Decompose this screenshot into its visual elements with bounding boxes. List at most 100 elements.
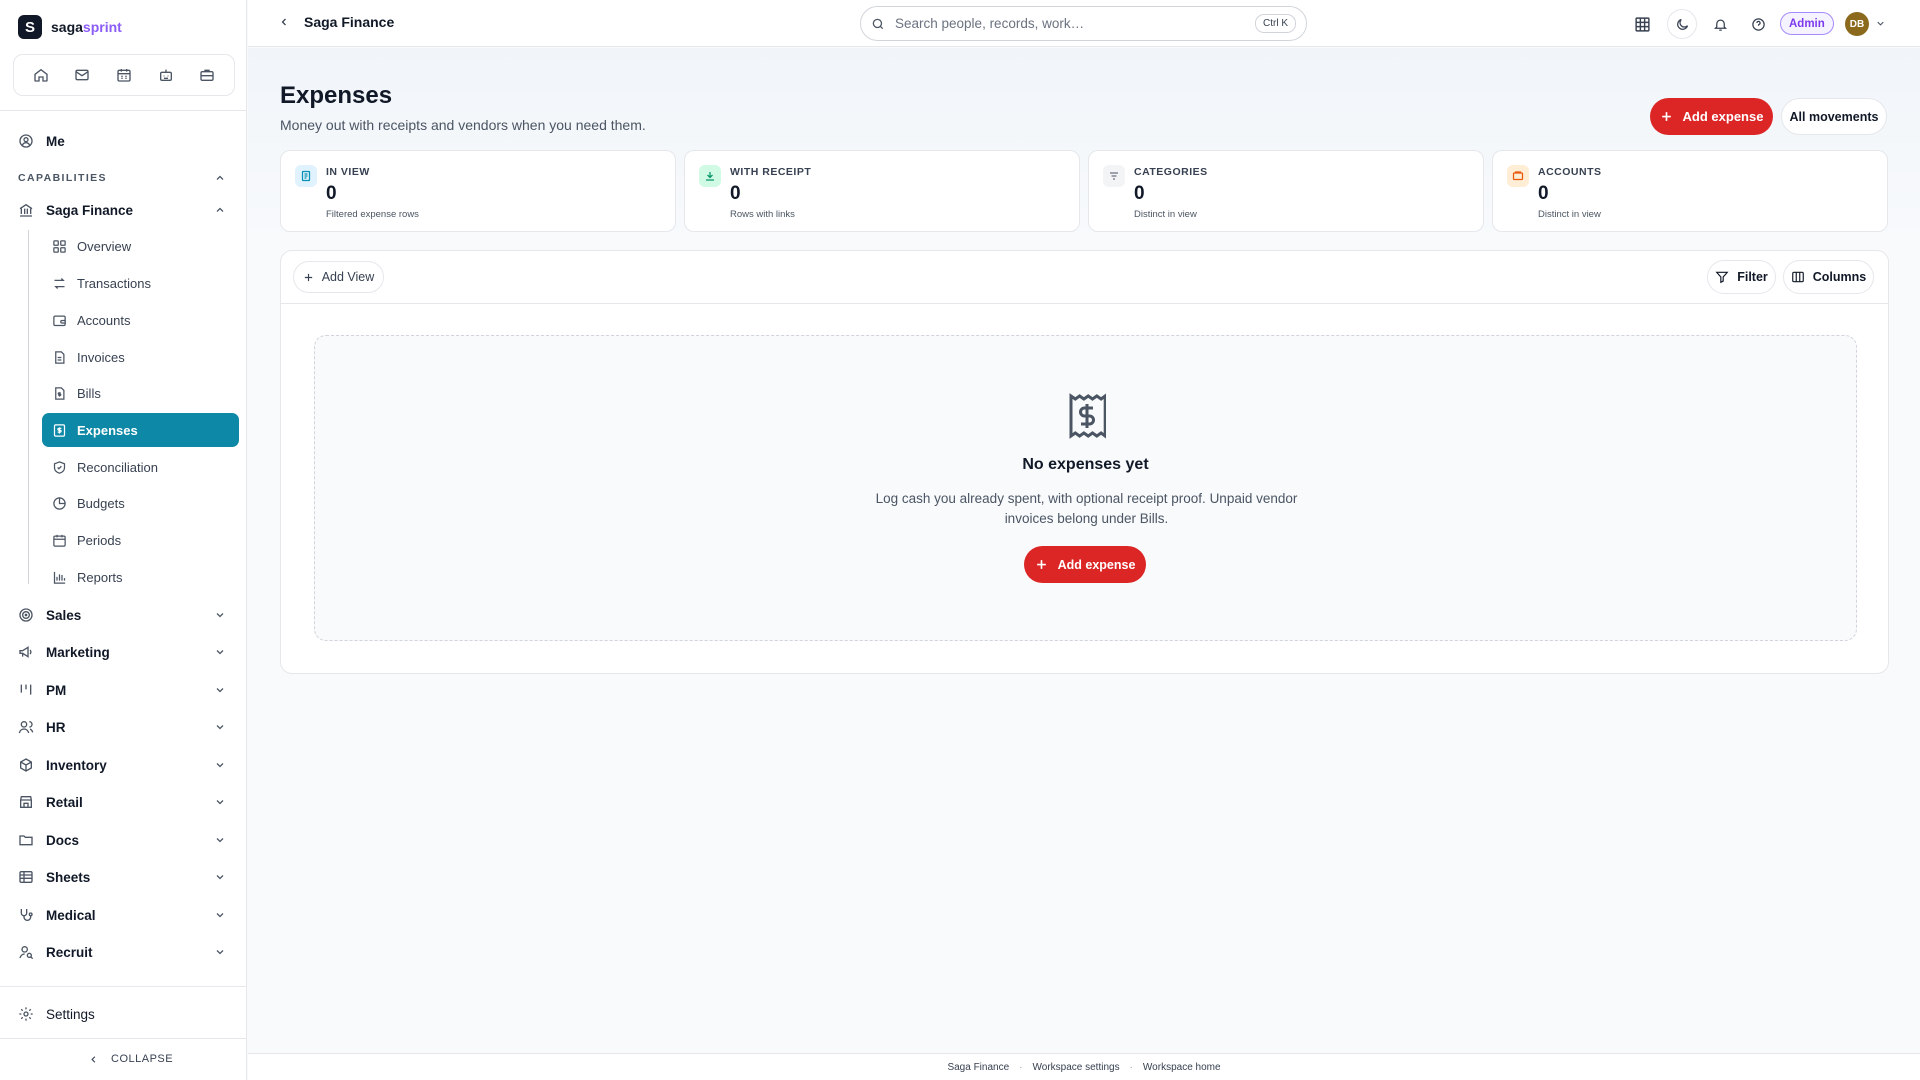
stat-hint: Filtered expense rows [326, 209, 419, 220]
gear-icon [18, 1006, 34, 1022]
search-icon [871, 17, 885, 31]
sidebar-item-label: Budgets [77, 495, 125, 511]
receipt-icon [52, 423, 67, 438]
nav-retail[interactable]: Retail [18, 794, 83, 810]
stat-value: 0 [730, 183, 741, 204]
wallet-icon [52, 313, 67, 328]
chevron-up-icon[interactable] [214, 172, 226, 184]
calendar-icon[interactable] [111, 62, 137, 88]
file-icon [52, 350, 67, 365]
sidebar-item-reconciliation[interactable]: Reconciliation [42, 450, 239, 484]
breadcrumb: Saga Finance [278, 14, 394, 30]
grid-icon [52, 239, 67, 254]
nav-saga-finance[interactable]: Saga Finance [18, 202, 133, 218]
shield-check-icon [52, 460, 67, 475]
chevron-down-icon[interactable] [214, 834, 226, 846]
chevron-down-icon[interactable] [214, 684, 226, 696]
sidebar-item-expenses[interactable]: Expenses [42, 413, 239, 447]
apps-grid-icon[interactable] [1627, 9, 1657, 39]
nav-docs[interactable]: Docs [18, 832, 79, 848]
avatar[interactable]: DB [1845, 12, 1869, 36]
stat-hint: Distinct in view [1134, 209, 1197, 220]
sidebar-item-bills[interactable]: Bills [42, 376, 239, 410]
stat-label: IN VIEW [326, 166, 370, 178]
nav-sales[interactable]: Sales [18, 607, 81, 623]
footer-link-workspace-home[interactable]: Workspace home [1143, 1062, 1221, 1073]
footer-link-workspace-settings[interactable]: Workspace settings [1033, 1062, 1120, 1073]
sidebar-item-reports[interactable]: Reports [42, 560, 239, 594]
chevron-down-icon[interactable] [214, 871, 226, 883]
nav-hr[interactable]: HR [18, 719, 66, 735]
nav-marketing[interactable]: Marketing [18, 644, 110, 660]
mail-icon[interactable] [69, 62, 95, 88]
search-input[interactable] [895, 16, 1245, 31]
empty-add-expense-button[interactable]: Add expense [1024, 546, 1146, 583]
nav-recruit[interactable]: Recruit [18, 944, 93, 960]
add-view-button[interactable]: Add View [293, 261, 384, 293]
sidebar-item-overview[interactable]: Overview [42, 229, 239, 263]
role-badge[interactable]: Admin [1780, 12, 1834, 35]
add-expense-button[interactable]: Add expense [1650, 98, 1773, 135]
stethoscope-icon [18, 907, 34, 923]
plus-icon [1035, 558, 1048, 571]
brand-logo: S [18, 15, 42, 39]
chevron-down-icon[interactable] [214, 759, 226, 771]
calendar-icon [52, 533, 67, 548]
chevron-down-icon[interactable] [214, 796, 226, 808]
chevron-down-icon[interactable] [214, 646, 226, 658]
help-icon[interactable] [1743, 9, 1773, 39]
box-icon [18, 757, 34, 773]
sidebar-item-budgets[interactable]: Budgets [42, 486, 239, 520]
user-search-icon [18, 944, 34, 960]
chevron-up-icon[interactable] [214, 204, 226, 216]
nav-group-label: Medical [46, 907, 96, 923]
breadcrumb-title: Saga Finance [304, 14, 395, 30]
search-shortcut-hint: Ctrl K [1255, 14, 1296, 33]
collapse-label: COLLAPSE [111, 1053, 174, 1065]
nav-group-label: Marketing [46, 644, 110, 660]
footer-link-saga-finance[interactable]: Saga Finance [947, 1062, 1009, 1073]
stat-label: CATEGORIES [1134, 166, 1208, 178]
bot-icon[interactable] [153, 62, 179, 88]
brand[interactable]: S sagasprint [18, 15, 122, 39]
nav-medical[interactable]: Medical [18, 907, 96, 923]
nav-settings[interactable]: Settings [18, 1006, 95, 1022]
sidebar-item-label: Transactions [77, 275, 151, 291]
brand-name-part2: sprint [82, 19, 122, 35]
target-icon [18, 607, 34, 623]
receipt-icon [295, 165, 317, 187]
divider [0, 110, 247, 111]
nav-inventory[interactable]: Inventory [18, 757, 107, 773]
back-chevron-icon[interactable] [278, 16, 290, 28]
sidebar-item-periods[interactable]: Periods [42, 523, 239, 557]
all-movements-button[interactable]: All movements [1781, 98, 1887, 135]
capabilities-section-label: CAPABILITIES [18, 172, 107, 184]
global-search[interactable]: Ctrl K [860, 6, 1307, 41]
briefcase-icon[interactable] [194, 62, 220, 88]
nav-pm[interactable]: PM [18, 682, 66, 698]
page-subtitle: Money out with receipts and vendors when… [280, 117, 646, 133]
collapse-button[interactable]: COLLAPSE [88, 1053, 173, 1065]
home-icon[interactable] [28, 62, 54, 88]
nav-sheets[interactable]: Sheets [18, 869, 90, 885]
sidebar-item-accounts[interactable]: Accounts [42, 303, 239, 337]
nav-me[interactable]: Me [18, 133, 65, 149]
chevron-down-icon[interactable] [214, 946, 226, 958]
chevron-down-icon[interactable] [214, 909, 226, 921]
columns-button[interactable]: Columns [1783, 260, 1874, 294]
tree-line [28, 230, 29, 584]
chevron-down-icon[interactable] [1875, 18, 1886, 29]
sidebar-item-transactions[interactable]: Transactions [42, 266, 239, 300]
nav-settings-label: Settings [46, 1006, 95, 1022]
divider [281, 303, 1888, 304]
footer-separator: · [1019, 1061, 1023, 1073]
bell-icon[interactable] [1705, 9, 1735, 39]
empty-add-expense-label: Add expense [1057, 557, 1136, 572]
nav-group-label: Sheets [46, 869, 91, 885]
chevron-down-icon[interactable] [214, 721, 226, 733]
chevron-down-icon[interactable] [214, 609, 226, 621]
filter-button[interactable]: Filter [1707, 260, 1776, 294]
dark-mode-toggle-icon[interactable] [1667, 9, 1697, 39]
stat-label: WITH RECEIPT [730, 166, 812, 178]
sidebar-item-invoices[interactable]: Invoices [42, 340, 239, 374]
